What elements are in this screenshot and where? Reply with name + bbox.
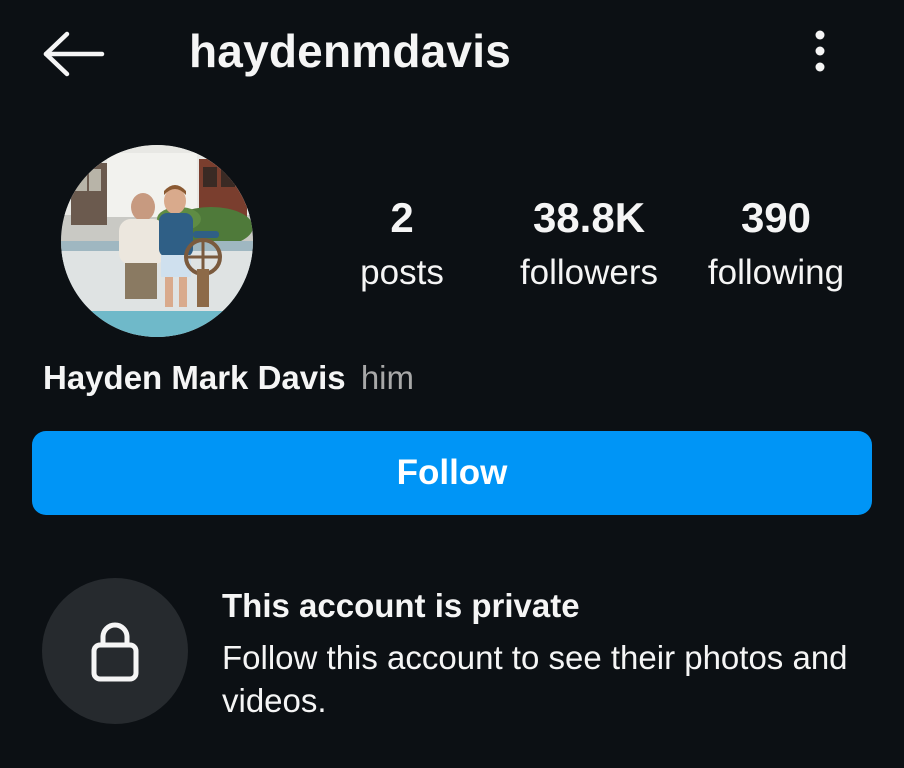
arrow-left-icon [43,31,105,77]
lock-icon [91,622,139,682]
private-lock-badge [42,578,188,724]
following-label: following [707,253,845,292]
profile-header: haydenmdavis [0,0,904,110]
following-count: 390 [740,194,812,241]
follow-button[interactable]: Follow [32,431,872,515]
posts-label: posts [360,253,444,292]
posts-stat[interactable]: 2 posts [340,193,464,295]
posts-count: 2 [390,194,414,241]
back-button[interactable] [38,26,108,82]
profile-name-row: Hayden Mark Davis him [43,357,414,399]
profile-username: haydenmdavis [189,25,511,77]
private-description: Follow this account to see their photos … [222,639,848,719]
private-title: This account is private [222,587,580,624]
followers-stat[interactable]: 38.8K followers [506,193,672,295]
avatar[interactable] [61,145,253,337]
profile-photo [61,145,253,337]
more-options-button[interactable] [796,24,844,80]
following-stat[interactable]: 390 following [696,193,856,295]
vertical-ellipsis-icon [815,30,825,72]
full-name: Hayden Mark Davis [43,359,346,396]
followers-label: followers [519,253,659,292]
pronouns: him [360,359,414,396]
followers-count: 38.8K [532,194,646,241]
